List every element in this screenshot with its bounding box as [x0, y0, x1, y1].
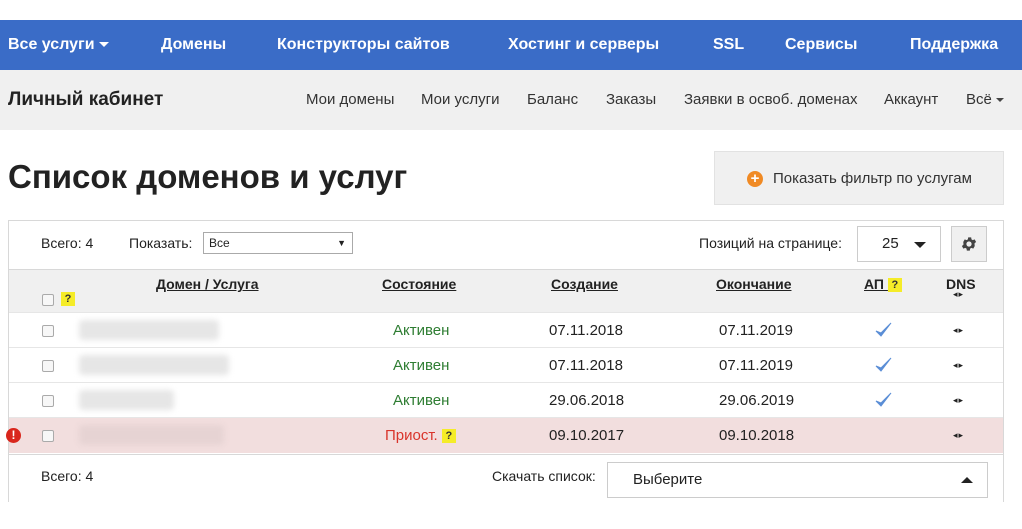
download-select-value: Выберите [633, 471, 703, 488]
error-icon: ! [6, 428, 21, 443]
checkmark-icon [875, 322, 892, 337]
checkmark-icon [875, 357, 892, 372]
row-checkbox[interactable] [42, 325, 54, 337]
table-row-suspended[interactable]: ! Приост. ? 09.10.2017 09.10.2018 ◂▸ [6, 417, 1003, 453]
help-icon[interactable]: ? [887, 278, 902, 293]
column-domain[interactable]: Домен / Услуга [156, 276, 259, 292]
redacted-domain-name [79, 390, 174, 410]
row-expires: 29.06.2019 [719, 392, 795, 409]
top-navigation: Все услуги Домены Конструкторы сайтов Хо… [0, 20, 1022, 70]
triangle-up-icon [961, 477, 973, 483]
row-expires: 09.10.2018 [719, 427, 795, 444]
show-select[interactable]: Все ▼ [203, 232, 353, 254]
subnav-my-domains[interactable]: Мои домены [306, 70, 394, 130]
table-header: ? Домен / Услуга Состояние Создание Окон… [9, 269, 1003, 312]
nav-all-services[interactable]: Все услуги [8, 20, 109, 70]
nav-all-services-label: Все услуги [8, 36, 95, 53]
nav-support[interactable]: Поддержка [910, 20, 998, 70]
gear-icon [961, 237, 977, 251]
footer-total-count: Всего: 4 [41, 468, 94, 484]
list-footer: Всего: 4 Скачать список: Выберите [9, 454, 1003, 502]
nav-site-builders[interactable]: Конструкторы сайтов [277, 20, 450, 70]
per-page-value: 25 [882, 235, 899, 252]
row-created: 07.11.2018 [549, 322, 623, 339]
subnav-balance[interactable]: Баланс [527, 70, 578, 130]
nav-domains[interactable]: Домены [161, 20, 226, 70]
row-state: Активен [393, 357, 450, 374]
list-toolbar: Всего: 4 Показать: Все ▼ Позиций на стра… [9, 221, 1003, 269]
table-row[interactable]: Активен 29.06.2018 29.06.2019 ◂▸ [9, 382, 1003, 417]
dns-toggle[interactable]: ◂▸ [953, 383, 964, 418]
row-state: Активен [393, 392, 450, 409]
show-filter-button[interactable]: + Показать фильтр по услугам [714, 151, 1004, 205]
row-created: 07.11.2018 [549, 357, 623, 374]
account-title: Личный кабинет [8, 89, 164, 110]
row-state: Активен [393, 322, 450, 339]
subnav-more-label: Всё [966, 91, 992, 108]
help-icon[interactable]: ? [61, 292, 75, 306]
chevron-down-icon [98, 42, 109, 48]
subnav-my-services[interactable]: Мои услуги [421, 70, 500, 130]
services-panel: Всего: 4 Показать: Все ▼ Позиций на стра… [6, 220, 1004, 502]
triangle-down-icon [914, 242, 926, 248]
row-created: 09.10.2017 [549, 427, 625, 444]
page-title: Список доменов и услуг [8, 158, 408, 195]
row-checkbox[interactable] [42, 360, 54, 372]
row-created: 29.06.2018 [549, 392, 625, 409]
table-row[interactable]: Активен 07.11.2018 07.11.2019 ◂▸ [9, 312, 1003, 347]
account-navigation: Личный кабинет Мои домены Мои услуги Бал… [0, 70, 1022, 130]
table-row[interactable]: Активен 07.11.2018 07.11.2019 ◂▸ [9, 347, 1003, 382]
redacted-domain-name [79, 425, 224, 445]
dns-column-icon: ◂▸ [953, 289, 965, 299]
column-expires[interactable]: Окончание [716, 276, 791, 292]
chevron-down-icon [995, 98, 1004, 103]
dns-toggle[interactable]: ◂▸ [953, 418, 964, 453]
row-expires: 07.11.2019 [719, 357, 793, 374]
show-filter-label: Показать фильтр по услугам [773, 170, 972, 187]
row-expires: 07.11.2019 [719, 322, 793, 339]
column-state[interactable]: Состояние [382, 276, 456, 292]
download-label: Скачать список: [492, 468, 596, 484]
nav-hosting-servers[interactable]: Хостинг и серверы [508, 20, 659, 70]
column-autorenew[interactable]: АП ? [864, 276, 902, 293]
per-page-label: Позиций на странице: [699, 235, 842, 251]
select-all-checkbox[interactable] [42, 294, 54, 306]
subnav-account[interactable]: Аккаунт [884, 70, 938, 130]
redacted-domain-name [79, 320, 219, 340]
triangle-down-icon: ▼ [337, 238, 346, 248]
redacted-domain-name [79, 355, 229, 375]
help-icon[interactable]: ? [441, 429, 456, 444]
total-count: Всего: 4 [41, 235, 94, 251]
plus-circle-icon: + [747, 171, 763, 187]
subnav-orders[interactable]: Заказы [606, 70, 656, 130]
show-label: Показать: [129, 235, 193, 251]
checkmark-icon [875, 392, 892, 407]
dns-toggle[interactable]: ◂▸ [953, 348, 964, 383]
column-autorenew-label: АП [864, 276, 884, 292]
row-checkbox[interactable] [42, 395, 54, 407]
nav-ssl[interactable]: SSL [713, 20, 744, 70]
row-checkbox[interactable] [42, 430, 54, 442]
dns-toggle[interactable]: ◂▸ [953, 313, 964, 348]
nav-services[interactable]: Сервисы [785, 20, 857, 70]
column-created[interactable]: Создание [551, 276, 618, 292]
download-format-select[interactable]: Выберите [607, 462, 988, 498]
show-select-value: Все [209, 236, 230, 250]
settings-button[interactable] [951, 226, 987, 262]
row-state: Приост. ? [385, 418, 456, 453]
row-state-label: Приост. [385, 427, 438, 444]
subnav-free-domain-requests[interactable]: Заявки в освоб. доменах [684, 70, 858, 130]
subnav-more[interactable]: Всё [966, 70, 1004, 130]
per-page-select[interactable]: 25 [857, 226, 941, 262]
